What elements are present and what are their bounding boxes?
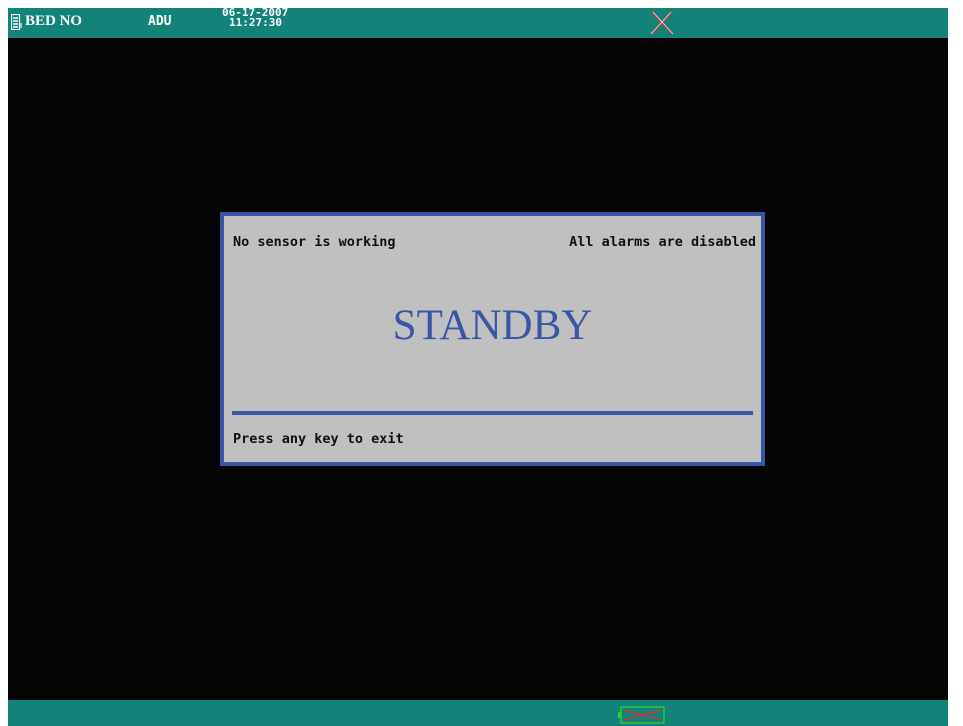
time-text: 11:27:30 [229,16,282,29]
bed-number-label: BED NO [25,13,83,29]
monitor-screen: BED NO ADU 06-17-2007 11:27:30 No sensor… [8,8,948,726]
exit-hint-text: Press any key to exit [233,431,404,447]
standby-title: STANDBY [392,302,593,349]
sensor-status-text: No sensor is working [233,234,396,250]
alarm-status-text: All alarms are disabled [569,234,756,250]
bottom-status-bar [8,700,948,726]
alarm-off-icon [650,11,674,35]
battery-icon [618,706,665,724]
top-status-bar: BED NO ADU 06-17-2007 11:27:30 [8,8,948,38]
standby-dialog: No sensor is working All alarms are disa… [220,212,765,466]
dialog-divider [232,411,753,415]
date-time-display: 06-17-2007 11:27:30 [222,8,288,28]
bed-icon [11,14,22,30]
patient-type-label: ADU [148,14,172,29]
